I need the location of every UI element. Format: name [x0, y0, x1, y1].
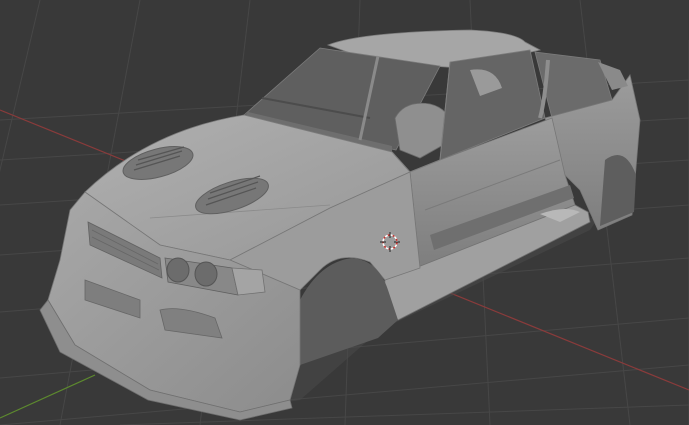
3d-viewport[interactable] — [0, 0, 689, 425]
viewport-canvas[interactable] — [0, 0, 689, 425]
y-axis-line — [0, 374, 96, 419]
car-body-mesh[interactable] — [39, 29, 641, 421]
